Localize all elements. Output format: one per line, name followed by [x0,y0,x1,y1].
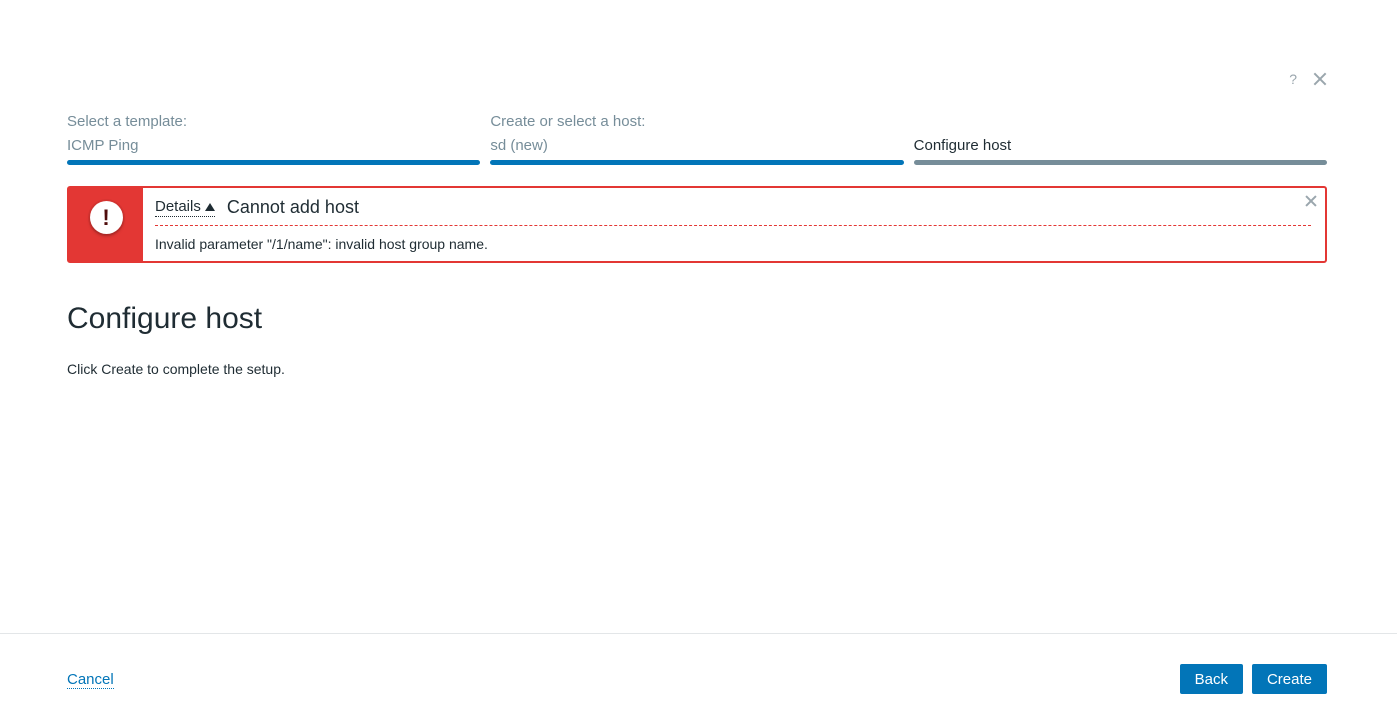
page-description: Click Create to complete the setup. [67,361,285,377]
step-select-template: Select a template: ICMP Ping [67,112,481,165]
create-button[interactable]: Create [1251,664,1327,694]
details-toggle[interactable]: Details [155,198,215,217]
window-controls: ? [1289,70,1327,88]
step-value: Configure host [913,137,1012,154]
step-progress-bar [490,160,904,165]
page-title: Configure host [67,302,263,335]
details-label: Details [155,198,201,215]
step-title: Create or select a host: [490,113,646,130]
step-select-host: Create or select a host: sd (new) [490,112,904,165]
step-configure-host: Configure host [913,112,1327,165]
back-button[interactable]: Back [1179,664,1243,694]
exclamation-icon: ! [89,201,123,234]
error-title: Cannot add host [226,197,359,217]
step-progress-bar [67,160,481,165]
host-wizard-dialog: ? Select a template: ICMP Ping Create or… [0,0,1397,724]
error-message: ! Details Cannot add host Invalid parame… [67,186,1327,263]
wizard-stepper: Select a template: ICMP Ping Create or s… [67,112,1327,165]
error-header: Details Cannot add host [155,196,1311,226]
dialog-footer: Cancel Back Create [0,633,1397,724]
error-detail: Invalid parameter "/1/name": invalid hos… [155,236,488,252]
help-icon[interactable]: ? [1289,70,1297,88]
error-content: Details Cannot add host Invalid paramete… [143,188,1325,261]
close-icon[interactable] [1305,195,1317,207]
step-title [914,112,1327,132]
step-title: Select a template: [67,113,188,130]
footer-buttons: Back Create [1179,664,1327,694]
arrow-up-icon [204,203,215,211]
cancel-link[interactable]: Cancel [67,671,114,689]
close-icon[interactable] [1313,72,1327,86]
error-icon-area: ! [69,188,143,261]
step-value: sd (new) [490,137,548,154]
step-progress-bar [913,160,1327,165]
step-value: ICMP Ping [67,137,139,154]
